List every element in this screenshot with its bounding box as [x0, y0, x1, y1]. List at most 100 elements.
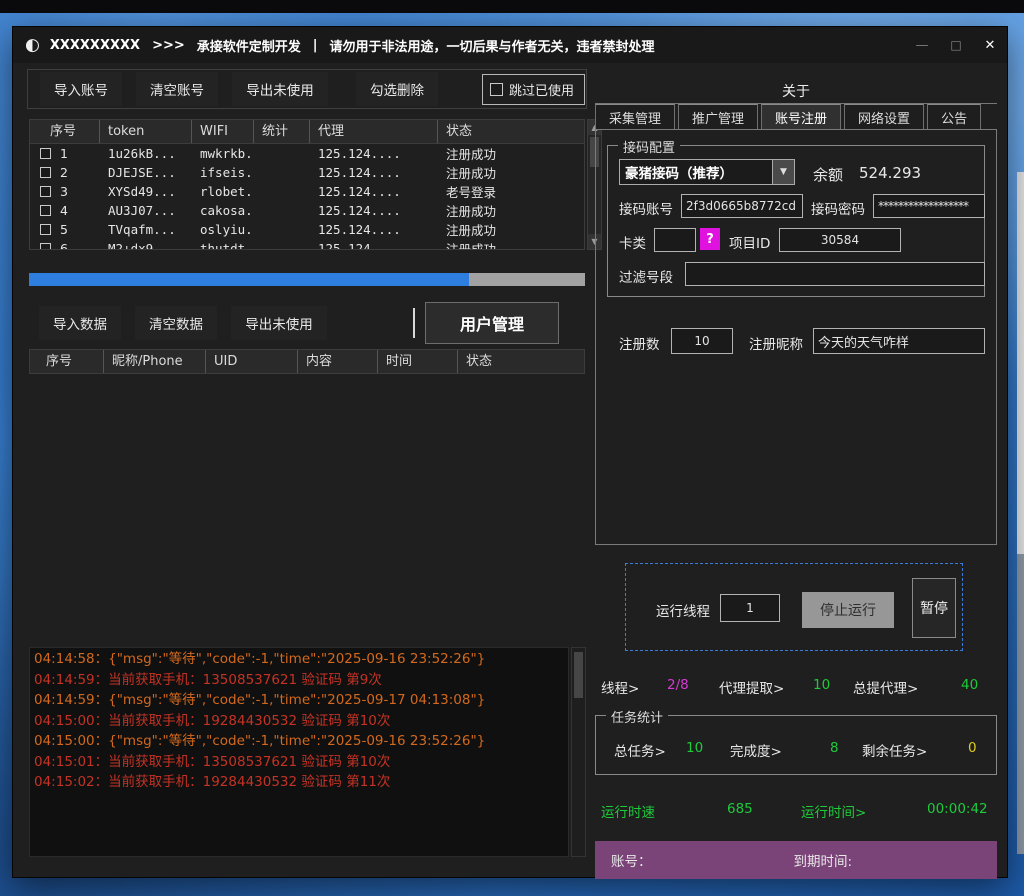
- col-header[interactable]: 统计: [254, 120, 310, 143]
- tab-about[interactable]: 关于: [595, 81, 997, 103]
- table-row[interactable]: 2 DJEJSE... ifseis... 125.124.... 注册成功: [30, 163, 584, 182]
- cell-token: 1u26kB...: [100, 146, 192, 161]
- proxy-stat-value: 10: [813, 677, 830, 693]
- sms-account-input[interactable]: [681, 194, 803, 218]
- export-unused-data-button[interactable]: 导出未使用: [231, 306, 327, 340]
- col-header[interactable]: UID: [206, 350, 298, 373]
- col-header[interactable]: 状态: [458, 350, 584, 373]
- minimize-button[interactable]: —: [905, 27, 939, 63]
- app-icon: ◐: [25, 37, 40, 54]
- col-header[interactable]: WIFI: [192, 120, 254, 143]
- log-scroll-thumb[interactable]: [574, 652, 583, 698]
- col-header[interactable]: 内容: [298, 350, 378, 373]
- cell-status: 注册成功: [438, 201, 584, 220]
- license-footer: 账号： 到期时间:: [595, 841, 997, 879]
- col-header[interactable]: 昵称/Phone: [104, 350, 206, 373]
- done-label: 完成度>: [730, 740, 782, 760]
- filter-segment-input[interactable]: [685, 262, 985, 286]
- col-header[interactable]: 序号: [30, 350, 104, 373]
- expire-label: 到期时间:: [794, 850, 853, 870]
- log-area[interactable]: 04:14:58：{"msg":"等待","code":-1,"time":"2…: [29, 647, 569, 857]
- table-row[interactable]: 5 TVqafm... oslyiu... 125.124.... 注册成功: [30, 220, 584, 239]
- title-service: 承接软件定制开发: [197, 36, 301, 55]
- row-checkbox[interactable]: [40, 224, 51, 235]
- row-checkbox[interactable]: [40, 243, 51, 250]
- total-proxy-label: 总提代理>: [853, 677, 918, 697]
- user-management-button[interactable]: 用户管理: [425, 302, 559, 344]
- help-button[interactable]: ?: [700, 228, 720, 250]
- app-window: ◐ XXXXXXXXX >>> 承接软件定制开发 | 请勿用于非法用途，一切后果…: [12, 26, 1008, 878]
- filter-segment-label: 过滤号段: [619, 266, 673, 286]
- run-time-value: 00:00:42: [927, 801, 988, 817]
- clear-accounts-button[interactable]: 清空账号: [136, 72, 218, 106]
- project-id-input[interactable]: [779, 228, 901, 252]
- tab-register[interactable]: 账号注册: [761, 104, 841, 130]
- horizontal-scrollbar[interactable]: [29, 273, 585, 286]
- title-divider: |: [313, 38, 318, 53]
- col-header[interactable]: 时间: [378, 350, 458, 373]
- row-no: 2: [60, 165, 68, 180]
- sms-provider-select[interactable]: 豪猪接码（推荐） ▼: [619, 159, 795, 185]
- skip-used-container: 跳过已使用: [482, 74, 585, 105]
- register-nick-input[interactable]: [813, 328, 985, 354]
- run-speed-label: 运行时速: [601, 801, 655, 821]
- table-row[interactable]: 1 1u26kB... mwkrkb... 125.124.... 注册成功: [30, 144, 584, 163]
- cell-proxy: 125.124....: [310, 203, 438, 218]
- total-proxy-value: 40: [961, 677, 978, 693]
- check-delete-button[interactable]: 勾选删除: [356, 72, 438, 106]
- tab-promote[interactable]: 推广管理: [678, 104, 758, 130]
- task-stats-group: 任务统计 总任务> 10 完成度> 8 剩余任务> 0: [595, 715, 997, 775]
- task-stats-title: 任务统计: [606, 707, 668, 726]
- sms-provider-value: 豪猪接码（推荐）: [620, 162, 772, 182]
- col-header[interactable]: 状态: [438, 120, 584, 143]
- skip-used-checkbox[interactable]: [490, 83, 503, 96]
- chevron-down-icon[interactable]: ▼: [772, 160, 794, 184]
- title-arrows: >>>: [152, 38, 185, 53]
- export-unused-button[interactable]: 导出未使用: [232, 72, 328, 106]
- import-accounts-button[interactable]: 导入账号: [40, 72, 122, 106]
- thread-stat-value: 2/8: [667, 677, 689, 693]
- table-row[interactable]: 3 XYSd49... rlobet... 125.124.... 老号登录: [30, 182, 584, 201]
- background-window-edge-2: [1017, 554, 1024, 854]
- log-scrollbar[interactable]: [571, 647, 586, 857]
- close-button[interactable]: ✕: [973, 27, 1007, 63]
- total-tasks-value: 10: [686, 740, 703, 756]
- sms-password-input[interactable]: [873, 194, 985, 218]
- pause-button[interactable]: 暂停: [912, 578, 956, 638]
- col-header[interactable]: token: [100, 120, 192, 143]
- cell-token: AU3J07...: [100, 203, 192, 218]
- row-checkbox[interactable]: [40, 186, 51, 197]
- tab-network[interactable]: 网络设置: [844, 104, 924, 130]
- card-type-input[interactable]: [654, 228, 696, 252]
- col-header[interactable]: 代理: [310, 120, 438, 143]
- horizontal-scroll-thumb[interactable]: [29, 273, 469, 286]
- tab-notice[interactable]: 公告: [927, 104, 981, 130]
- stop-run-button[interactable]: 停止运行: [802, 592, 894, 628]
- table-row[interactable]: 4 AU3J07... cakosa... 125.124.... 注册成功: [30, 201, 584, 220]
- register-count-input[interactable]: [671, 328, 733, 354]
- background-window-strip: [0, 0, 1024, 13]
- card-type-label: 卡类: [619, 232, 646, 252]
- run-thread-input[interactable]: [720, 594, 780, 622]
- toolbar-divider: [413, 308, 415, 338]
- row-no: 5: [60, 222, 68, 237]
- log-line: 04:15:00：{"msg":"等待","code":-1,"time":"2…: [34, 731, 564, 752]
- import-data-button[interactable]: 导入数据: [39, 306, 121, 340]
- balance-label: 余额: [813, 164, 843, 185]
- row-checkbox[interactable]: [40, 167, 51, 178]
- cell-wifi: ifseis...: [192, 165, 254, 180]
- data-toolbar: 导入数据 清空数据 导出未使用 用户管理: [27, 301, 587, 345]
- maximize-button[interactable]: □: [939, 27, 973, 63]
- row-checkbox[interactable]: [40, 205, 51, 216]
- accounts-toolbar: 导入账号 清空账号 导出未使用 勾选删除 跳过已使用: [27, 69, 587, 109]
- log-line: 04:15:01：当前获取手机：13508537621 验证码 第10次: [34, 752, 564, 773]
- tab-collect[interactable]: 采集管理: [595, 104, 675, 130]
- row-checkbox[interactable]: [40, 148, 51, 159]
- table-row[interactable]: 6 M2+dx9... thutdt... 125.124... 注册成功: [30, 239, 584, 250]
- total-tasks-label: 总任务>: [614, 740, 666, 760]
- userdata-table-header: 序号 昵称/Phone UID 内容 时间 状态: [29, 349, 585, 374]
- clear-data-button[interactable]: 清空数据: [135, 306, 217, 340]
- col-header[interactable]: 序号: [30, 120, 100, 143]
- balance-value: 524.293: [859, 164, 921, 182]
- cell-proxy: 125.124...: [310, 241, 438, 250]
